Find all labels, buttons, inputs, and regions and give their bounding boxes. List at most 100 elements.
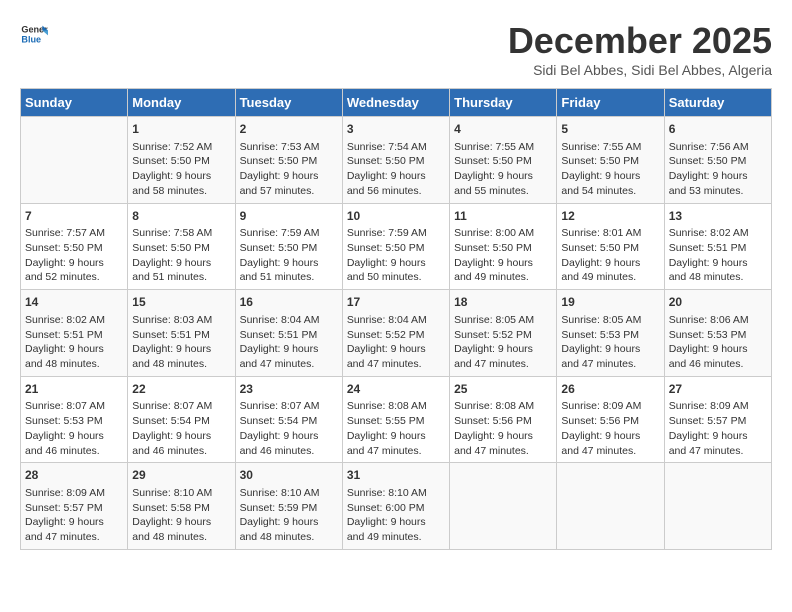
cell-info: Sunrise: 8:06 AM Sunset: 5:53 PM Dayligh… <box>669 313 767 372</box>
header-thursday: Thursday <box>450 89 557 117</box>
header-wednesday: Wednesday <box>342 89 449 117</box>
day-number: 30 <box>240 467 338 484</box>
calendar-cell: 24Sunrise: 8:08 AM Sunset: 5:55 PM Dayli… <box>342 376 449 463</box>
header-sunday: Sunday <box>21 89 128 117</box>
calendar-cell: 10Sunrise: 7:59 AM Sunset: 5:50 PM Dayli… <box>342 203 449 290</box>
cell-info: Sunrise: 8:08 AM Sunset: 5:56 PM Dayligh… <box>454 399 552 458</box>
cell-info: Sunrise: 8:10 AM Sunset: 5:59 PM Dayligh… <box>240 486 338 545</box>
calendar-header-row: SundayMondayTuesdayWednesdayThursdayFrid… <box>21 89 772 117</box>
cell-info: Sunrise: 7:52 AM Sunset: 5:50 PM Dayligh… <box>132 140 230 199</box>
cell-info: Sunrise: 8:07 AM Sunset: 5:54 PM Dayligh… <box>240 399 338 458</box>
cell-info: Sunrise: 7:55 AM Sunset: 5:50 PM Dayligh… <box>454 140 552 199</box>
cell-info: Sunrise: 7:59 AM Sunset: 5:50 PM Dayligh… <box>240 226 338 285</box>
calendar-cell: 8Sunrise: 7:58 AM Sunset: 5:50 PM Daylig… <box>128 203 235 290</box>
calendar-cell: 15Sunrise: 8:03 AM Sunset: 5:51 PM Dayli… <box>128 290 235 377</box>
cell-info: Sunrise: 8:09 AM Sunset: 5:57 PM Dayligh… <box>25 486 123 545</box>
logo-icon: General Blue <box>20 20 48 48</box>
cell-info: Sunrise: 8:09 AM Sunset: 5:57 PM Dayligh… <box>669 399 767 458</box>
day-number: 9 <box>240 208 338 225</box>
header-friday: Friday <box>557 89 664 117</box>
calendar-cell: 30 Sunrise: 8:10 AM Sunset: 5:59 PM Dayli… <box>235 463 342 550</box>
header-monday: Monday <box>128 89 235 117</box>
day-number: 5 <box>561 121 659 138</box>
calendar-cell <box>450 463 557 550</box>
day-number: 10 <box>347 208 445 225</box>
calendar-cell: 5 Sunrise: 7:55 AM Sunset: 5:50 PM Daylig… <box>557 117 664 204</box>
calendar-cell: 20 Sunrise: 8:06 AM Sunset: 5:53 PM Dayli… <box>664 290 771 377</box>
calendar-cell: 31 Sunrise: 8:10 AM Sunset: 6:00 PM Dayli… <box>342 463 449 550</box>
calendar-cell: 2 Sunrise: 7:53 AM Sunset: 5:50 PM Daylig… <box>235 117 342 204</box>
cell-info: Sunrise: 7:58 AM Sunset: 5:50 PM Dayligh… <box>132 226 230 285</box>
cell-info: Sunrise: 7:59 AM Sunset: 5:50 PM Dayligh… <box>347 226 445 285</box>
calendar-cell: 21Sunrise: 8:07 AM Sunset: 5:53 PM Dayli… <box>21 376 128 463</box>
cell-info: Sunrise: 7:54 AM Sunset: 5:50 PM Dayligh… <box>347 140 445 199</box>
calendar-cell: 27Sunrise: 8:09 AM Sunset: 5:57 PM Dayli… <box>664 376 771 463</box>
day-number: 15 <box>132 294 230 311</box>
calendar-cell: 12Sunrise: 8:01 AM Sunset: 5:50 PM Dayli… <box>557 203 664 290</box>
cell-info: Sunrise: 8:07 AM Sunset: 5:53 PM Dayligh… <box>25 399 123 458</box>
day-number: 27 <box>669 381 767 398</box>
calendar-cell: 9Sunrise: 7:59 AM Sunset: 5:50 PM Daylig… <box>235 203 342 290</box>
calendar-cell: 28 Sunrise: 8:09 AM Sunset: 5:57 PM Dayli… <box>21 463 128 550</box>
cell-info: Sunrise: 7:57 AM Sunset: 5:50 PM Dayligh… <box>25 226 123 285</box>
cell-info: Sunrise: 8:05 AM Sunset: 5:52 PM Dayligh… <box>454 313 552 372</box>
cell-info: Sunrise: 8:07 AM Sunset: 5:54 PM Dayligh… <box>132 399 230 458</box>
day-number: 14 <box>25 294 123 311</box>
day-number: 1 <box>132 121 230 138</box>
day-number: 19 <box>561 294 659 311</box>
day-number: 18 <box>454 294 552 311</box>
cell-info: Sunrise: 8:02 AM Sunset: 5:51 PM Dayligh… <box>669 226 767 285</box>
cell-info: Sunrise: 8:10 AM Sunset: 6:00 PM Dayligh… <box>347 486 445 545</box>
day-number: 31 <box>347 467 445 484</box>
day-number: 12 <box>561 208 659 225</box>
calendar-week-row: 14Sunrise: 8:02 AM Sunset: 5:51 PM Dayli… <box>21 290 772 377</box>
cell-info: Sunrise: 8:00 AM Sunset: 5:50 PM Dayligh… <box>454 226 552 285</box>
day-number: 3 <box>347 121 445 138</box>
cell-info: Sunrise: 8:10 AM Sunset: 5:58 PM Dayligh… <box>132 486 230 545</box>
day-number: 22 <box>132 381 230 398</box>
calendar-week-row: 28 Sunrise: 8:09 AM Sunset: 5:57 PM Dayli… <box>21 463 772 550</box>
day-number: 25 <box>454 381 552 398</box>
header-saturday: Saturday <box>664 89 771 117</box>
cell-info: Sunrise: 8:09 AM Sunset: 5:56 PM Dayligh… <box>561 399 659 458</box>
day-number: 4 <box>454 121 552 138</box>
cell-info: Sunrise: 7:56 AM Sunset: 5:50 PM Dayligh… <box>669 140 767 199</box>
day-number: 2 <box>240 121 338 138</box>
cell-info: Sunrise: 7:55 AM Sunset: 5:50 PM Dayligh… <box>561 140 659 199</box>
calendar-week-row: 21Sunrise: 8:07 AM Sunset: 5:53 PM Dayli… <box>21 376 772 463</box>
day-number: 7 <box>25 208 123 225</box>
calendar-cell: 18 Sunrise: 8:05 AM Sunset: 5:52 PM Dayli… <box>450 290 557 377</box>
calendar-cell <box>664 463 771 550</box>
calendar-cell: 25Sunrise: 8:08 AM Sunset: 5:56 PM Dayli… <box>450 376 557 463</box>
day-number: 6 <box>669 121 767 138</box>
day-number: 26 <box>561 381 659 398</box>
calendar-cell: 6 Sunrise: 7:56 AM Sunset: 5:50 PM Daylig… <box>664 117 771 204</box>
calendar-cell: 11Sunrise: 8:00 AM Sunset: 5:50 PM Dayli… <box>450 203 557 290</box>
cell-info: Sunrise: 8:04 AM Sunset: 5:52 PM Dayligh… <box>347 313 445 372</box>
day-number: 23 <box>240 381 338 398</box>
day-number: 11 <box>454 208 552 225</box>
cell-info: Sunrise: 8:05 AM Sunset: 5:53 PM Dayligh… <box>561 313 659 372</box>
day-number: 16 <box>240 294 338 311</box>
cell-info: Sunrise: 8:04 AM Sunset: 5:51 PM Dayligh… <box>240 313 338 372</box>
day-number: 24 <box>347 381 445 398</box>
calendar-cell <box>21 117 128 204</box>
day-number: 17 <box>347 294 445 311</box>
day-number: 8 <box>132 208 230 225</box>
svg-text:Blue: Blue <box>21 34 41 44</box>
day-number: 20 <box>669 294 767 311</box>
calendar-cell: 3 Sunrise: 7:54 AM Sunset: 5:50 PM Daylig… <box>342 117 449 204</box>
day-number: 28 <box>25 467 123 484</box>
cell-info: Sunrise: 8:01 AM Sunset: 5:50 PM Dayligh… <box>561 226 659 285</box>
calendar-cell: 29Sunrise: 8:10 AM Sunset: 5:58 PM Dayli… <box>128 463 235 550</box>
cell-info: Sunrise: 7:53 AM Sunset: 5:50 PM Dayligh… <box>240 140 338 199</box>
calendar-week-row: 7Sunrise: 7:57 AM Sunset: 5:50 PM Daylig… <box>21 203 772 290</box>
calendar-cell: 4 Sunrise: 7:55 AM Sunset: 5:50 PM Daylig… <box>450 117 557 204</box>
calendar-week-row: 1 Sunrise: 7:52 AM Sunset: 5:50 PM Daylig… <box>21 117 772 204</box>
calendar-cell <box>557 463 664 550</box>
calendar-cell: 14Sunrise: 8:02 AM Sunset: 5:51 PM Dayli… <box>21 290 128 377</box>
page-subtitle: Sidi Bel Abbes, Sidi Bel Abbes, Algeria <box>508 62 772 78</box>
calendar-cell: 26Sunrise: 8:09 AM Sunset: 5:56 PM Dayli… <box>557 376 664 463</box>
day-number: 21 <box>25 381 123 398</box>
calendar-cell: 16 Sunrise: 8:04 AM Sunset: 5:51 PM Dayli… <box>235 290 342 377</box>
